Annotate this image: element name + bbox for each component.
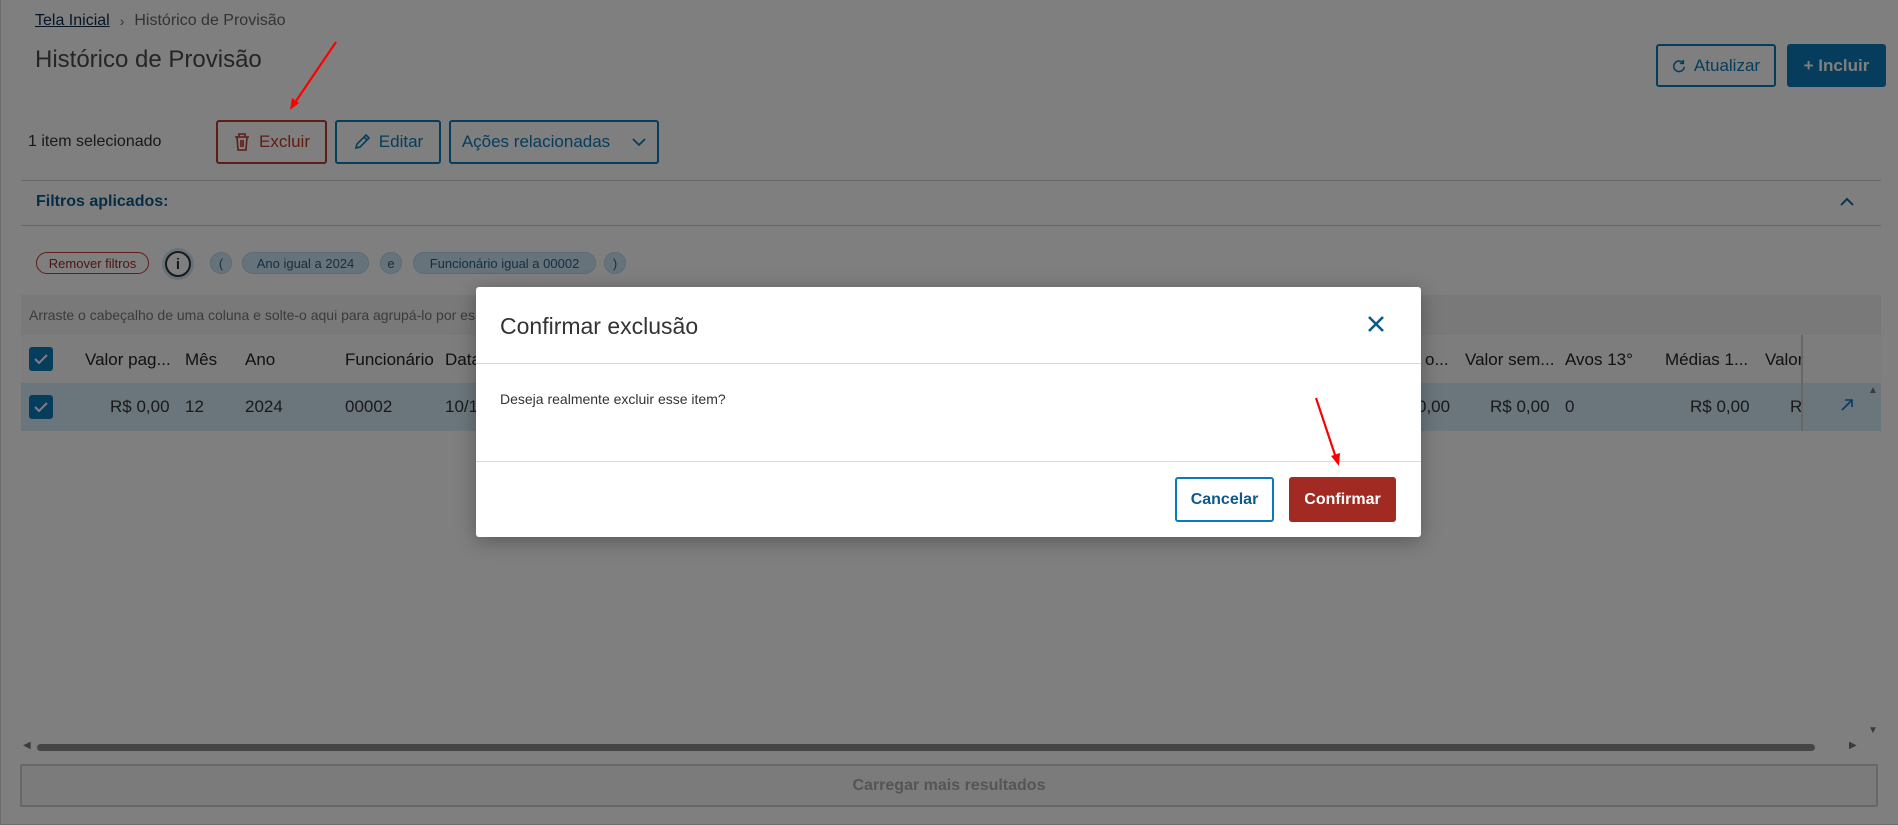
close-icon[interactable]	[1364, 312, 1388, 336]
divider	[476, 461, 1421, 462]
divider	[476, 363, 1421, 364]
dialog-title: Confirmar exclusão	[500, 313, 699, 339]
confirm-delete-dialog: Confirmar exclusão Deseja realmente excl…	[476, 287, 1421, 537]
cancel-button[interactable]: Cancelar	[1175, 477, 1274, 522]
dialog-message: Deseja realmente excluir esse item?	[500, 391, 726, 407]
confirm-button[interactable]: Confirmar	[1289, 477, 1396, 522]
